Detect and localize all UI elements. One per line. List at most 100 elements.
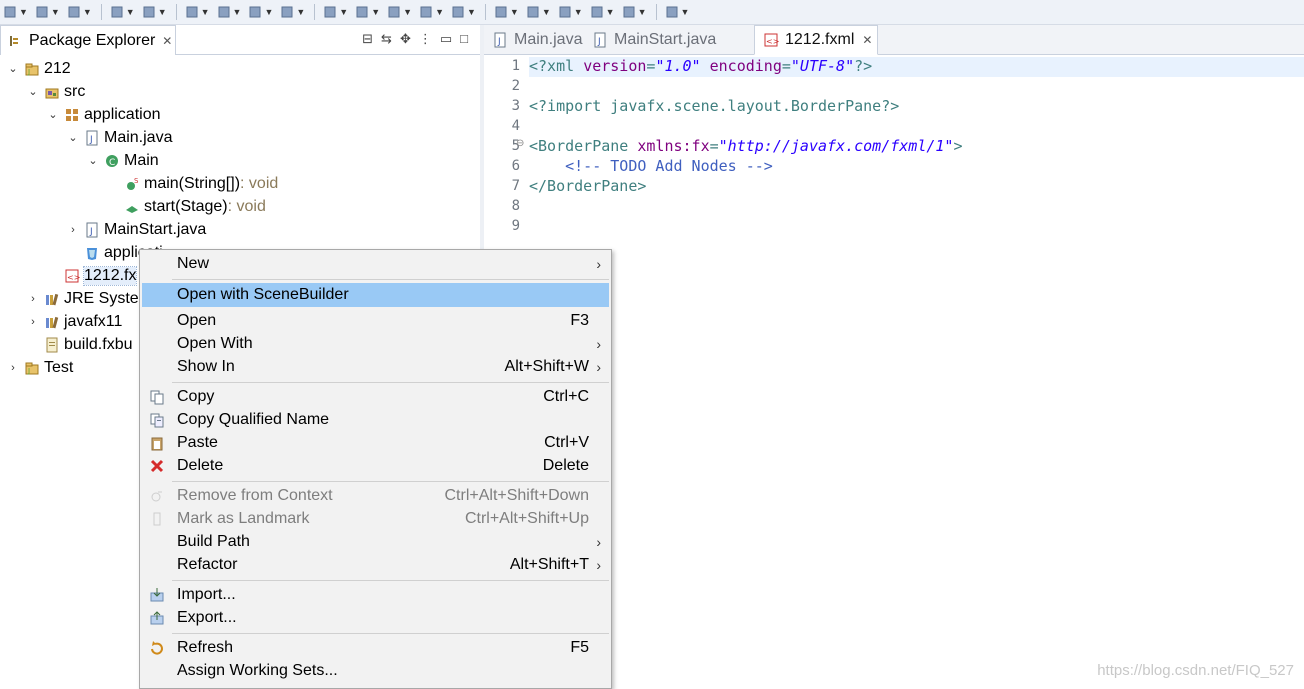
- menu-item-refactor[interactable]: Refactor Alt+Shift+T ›: [142, 554, 609, 576]
- expand-twisty-icon[interactable]: ⌄: [26, 85, 40, 98]
- focus-icon[interactable]: ✥: [400, 31, 411, 47]
- annotation-next-icon[interactable]: [525, 4, 541, 20]
- tab-package-explorer[interactable]: Package Explorer ✕: [0, 25, 176, 55]
- dropdown-arrow-icon[interactable]: ▼: [403, 7, 412, 17]
- menu-separator: [172, 633, 609, 634]
- dropdown-arrow-icon[interactable]: ▼: [296, 7, 305, 17]
- dropdown-arrow-icon[interactable]: ▼: [606, 7, 615, 17]
- close-icon[interactable]: ✕: [162, 34, 172, 48]
- dropdown-arrow-icon[interactable]: ▼: [158, 7, 167, 17]
- dropdown-arrow-icon[interactable]: ▼: [542, 7, 551, 17]
- menu-item-copy-qualified-name[interactable]: Copy Qualified Name: [142, 409, 609, 431]
- menu-item-copy[interactable]: Copy Ctrl+C: [142, 386, 609, 408]
- view-menu-icon[interactable]: ⋮: [419, 31, 432, 47]
- dropdown-arrow-icon[interactable]: ▼: [467, 7, 476, 17]
- run-extern-icon[interactable]: [247, 4, 263, 20]
- svg-text:J: J: [497, 37, 501, 47]
- forward-icon[interactable]: [621, 4, 637, 20]
- menu-item-assign-working-sets[interactable]: Assign Working Sets...: [142, 660, 609, 682]
- dropdown-arrow-icon[interactable]: ▼: [19, 7, 28, 17]
- collapse-all-icon[interactable]: ⊟: [362, 31, 373, 47]
- menu-item-open-with[interactable]: Open With ›: [142, 333, 609, 355]
- menu-item-remove-from-context[interactable]: Remove from Context Ctrl+Alt+Shift+Down: [142, 485, 609, 507]
- new-java-project-icon[interactable]: [322, 4, 338, 20]
- link-with-editor-icon[interactable]: ⇆: [381, 31, 392, 47]
- new-class-icon[interactable]: [386, 4, 402, 20]
- menu-item-paste[interactable]: Paste Ctrl+V: [142, 432, 609, 454]
- collapse-twisty-icon[interactable]: ›: [6, 362, 20, 374]
- save-all-icon[interactable]: [66, 4, 82, 20]
- dropdown-arrow-icon[interactable]: ▼: [638, 7, 647, 17]
- menu-item-label: Refresh: [177, 639, 234, 656]
- dropdown-arrow-icon[interactable]: ▼: [510, 7, 519, 17]
- terminal-icon[interactable]: [109, 4, 125, 20]
- tree-item[interactable]: › JRE Syster: [26, 287, 144, 310]
- dropdown-arrow-icon[interactable]: ▼: [126, 7, 135, 17]
- menu-item-mark-as-landmark[interactable]: Mark as Landmark Ctrl+Alt+Shift+Up: [142, 508, 609, 530]
- expand-twisty-icon[interactable]: ⌄: [6, 62, 20, 75]
- dropdown-arrow-icon[interactable]: ▼: [574, 7, 583, 17]
- editor-tab[interactable]: J MainStart.java: [584, 25, 754, 55]
- collapse-twisty-icon[interactable]: ›: [26, 293, 40, 305]
- tree-item[interactable]: ⌄ C Main: [86, 149, 158, 172]
- tree-item-label: Main.java: [104, 128, 173, 146]
- dropdown-arrow-icon[interactable]: ▼: [371, 7, 380, 17]
- back-icon[interactable]: [589, 4, 605, 20]
- tree-item[interactable]: build.fxbu: [26, 333, 133, 356]
- dropdown-arrow-icon[interactable]: ▼: [201, 7, 210, 17]
- maximize-icon[interactable]: □: [460, 31, 468, 47]
- tree-item[interactable]: › javafx11: [26, 310, 122, 333]
- menu-item-new[interactable]: New ›: [142, 253, 609, 275]
- tree-item[interactable]: ⌄ src: [26, 80, 85, 103]
- line-number: 9: [511, 218, 520, 234]
- expand-twisty-icon[interactable]: ⌄: [66, 131, 80, 144]
- menu-item-export[interactable]: Export...: [142, 607, 609, 629]
- context-menu: New › Open with SceneBuilder Open F3 Open Wit…: [139, 249, 612, 689]
- new-package-icon[interactable]: [354, 4, 370, 20]
- save-icon[interactable]: [34, 4, 50, 20]
- expand-twisty-icon[interactable]: ⌄: [86, 154, 100, 167]
- coverage-icon[interactable]: [279, 4, 295, 20]
- dropdown-arrow-icon[interactable]: ▼: [435, 7, 444, 17]
- collapse-twisty-icon[interactable]: ›: [66, 224, 80, 236]
- new-icon[interactable]: [2, 4, 18, 20]
- dropdown-arrow-icon[interactable]: ▼: [264, 7, 273, 17]
- menu-item-delete[interactable]: Delete Delete: [142, 455, 609, 477]
- tree-item[interactable]: Smain(String[]) : void: [106, 172, 278, 195]
- menu-item-open-with-scenebuilder[interactable]: Open with SceneBuilder: [142, 283, 609, 307]
- minimize-icon[interactable]: ▭: [440, 31, 452, 47]
- tree-item[interactable]: ⌄ J 212: [6, 57, 70, 80]
- annotation-prev-icon[interactable]: [557, 4, 573, 20]
- search-icon-2[interactable]: [493, 4, 509, 20]
- dropdown-arrow-icon[interactable]: ▼: [681, 7, 690, 17]
- delete-icon: [149, 458, 165, 474]
- tree-item-label: src: [64, 82, 86, 100]
- dropdown-arrow-icon[interactable]: ▼: [83, 7, 92, 17]
- menu-item-build-path[interactable]: Build Path ›: [142, 531, 609, 553]
- close-icon[interactable]: ✕: [862, 33, 872, 47]
- debug-icon[interactable]: [184, 4, 200, 20]
- menu-item-open[interactable]: Open F3: [142, 310, 609, 332]
- menu-item-refresh[interactable]: Refresh F5: [142, 637, 609, 659]
- open-task-icon[interactable]: [450, 4, 466, 20]
- search-icon[interactable]: [141, 4, 157, 20]
- tree-item[interactable]: › J Test: [6, 356, 73, 379]
- editor-tab[interactable]: J Main.java: [484, 25, 584, 55]
- expand-twisty-icon[interactable]: ⌄: [46, 108, 60, 121]
- dropdown-arrow-icon[interactable]: ▼: [51, 7, 60, 17]
- run-icon[interactable]: [216, 4, 232, 20]
- editor-tab[interactable]: <> 1212.fxml ✕: [754, 25, 878, 55]
- fold-icon[interactable]: ⊖: [516, 138, 524, 149]
- dropdown-arrow-icon[interactable]: ▼: [233, 7, 242, 17]
- collapse-twisty-icon[interactable]: ›: [26, 316, 40, 328]
- pin-editor-icon[interactable]: [664, 4, 680, 20]
- tree-item[interactable]: <> 1212.fx: [46, 264, 138, 287]
- tree-item[interactable]: › J MainStart.java: [66, 218, 206, 241]
- open-type-icon[interactable]: [418, 4, 434, 20]
- menu-item-import[interactable]: Import...: [142, 584, 609, 606]
- tree-item[interactable]: start(Stage) : void: [106, 195, 266, 218]
- dropdown-arrow-icon[interactable]: ▼: [339, 7, 348, 17]
- tree-item[interactable]: ⌄ J Main.java: [66, 126, 172, 149]
- menu-item-show-in[interactable]: Show In Alt+Shift+W ›: [142, 356, 609, 378]
- tree-item[interactable]: ⌄ application: [46, 103, 160, 126]
